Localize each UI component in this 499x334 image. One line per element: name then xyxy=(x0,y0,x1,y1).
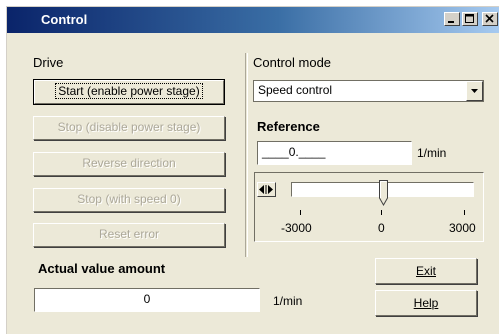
exit-button-label: Exit xyxy=(415,264,436,278)
close-button[interactable] xyxy=(482,12,498,26)
reference-input[interactable]: ____0.____ xyxy=(257,141,412,165)
control-mode-heading: Control mode xyxy=(253,55,332,70)
help-button[interactable]: Help xyxy=(375,290,477,316)
left-right-arrows-icon xyxy=(259,185,273,194)
close-icon xyxy=(485,14,494,23)
reverse-direction-button[interactable]: Reverse direction xyxy=(33,152,225,176)
slider-min-label: -3000 xyxy=(281,221,312,235)
maximize-icon xyxy=(465,14,474,23)
reset-error-button[interactable]: Reset error xyxy=(33,223,225,247)
reference-unit: 1/min xyxy=(417,146,447,160)
stop-speed-zero-label: Stop (with speed 0) xyxy=(77,192,181,206)
reset-error-label: Reset error xyxy=(98,227,160,241)
actual-value-unit: 1/min xyxy=(273,294,303,308)
stop-disable-label: Stop (disable power stage) xyxy=(57,120,201,134)
window-title: Control xyxy=(41,12,88,27)
minimize-icon xyxy=(448,21,454,23)
maximize-button[interactable] xyxy=(462,12,478,26)
start-button[interactable]: Start (enable power stage) xyxy=(33,79,225,105)
stop-disable-button[interactable]: Stop (disable power stage) xyxy=(33,116,225,140)
drive-heading: Drive xyxy=(33,55,64,70)
reference-heading: Reference xyxy=(257,119,320,134)
reference-value: ____0.____ xyxy=(262,145,326,159)
slider-tick-max xyxy=(464,210,465,215)
section-divider xyxy=(245,53,248,257)
actual-value: 0 xyxy=(143,292,151,306)
minimize-button[interactable] xyxy=(444,12,460,26)
slider-mid-label: 0 xyxy=(378,221,385,235)
dropdown-button[interactable] xyxy=(466,81,483,101)
slider-arrows-button[interactable] xyxy=(257,182,276,197)
slider-tick-mid xyxy=(381,210,382,215)
control-mode-value: Speed control xyxy=(258,83,333,97)
actual-value-heading: Actual value amount xyxy=(38,261,166,276)
help-button-label: Help xyxy=(413,296,439,310)
chevron-down-icon xyxy=(471,89,478,93)
start-button-label: Start (enable power stage) xyxy=(55,83,203,99)
reference-slider-thumb[interactable] xyxy=(378,180,388,207)
slider-tick-min xyxy=(300,210,301,215)
control-window: Control Drive Start (enable power stage)… xyxy=(6,6,499,334)
reverse-direction-label: Reverse direction xyxy=(82,156,176,170)
slider-max-label: 3000 xyxy=(449,221,476,235)
actual-value-field: 0 xyxy=(34,288,260,312)
title-bar[interactable]: Control xyxy=(7,7,499,33)
control-mode-select[interactable]: Speed control xyxy=(253,80,484,102)
stop-speed-zero-button[interactable]: Stop (with speed 0) xyxy=(33,188,225,212)
exit-button[interactable]: Exit xyxy=(375,258,477,284)
